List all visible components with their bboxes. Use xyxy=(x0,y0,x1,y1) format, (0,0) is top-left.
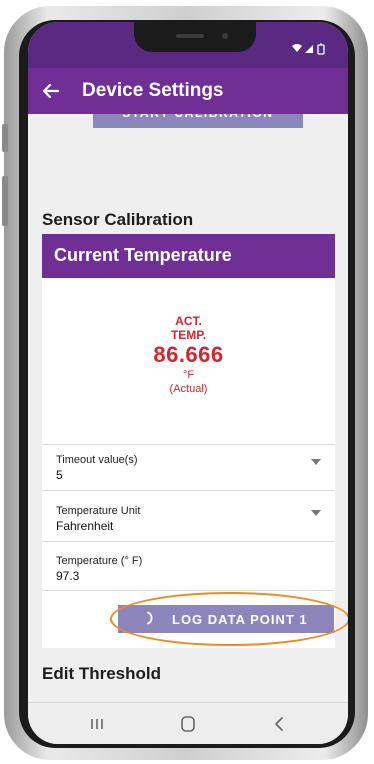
settings-content[interactable]: START CALIBRATION Sensor Calibration Cur… xyxy=(28,114,348,702)
power-button xyxy=(2,176,8,226)
status-bar xyxy=(28,22,348,68)
spinner-icon xyxy=(147,611,153,625)
reading-value: 86.666 xyxy=(153,342,224,367)
card-header: Current Temperature xyxy=(42,234,335,278)
log-data-point-label: LOG DATA POINT 1 xyxy=(172,612,308,627)
temperature-input[interactable]: Temperature (° F) 97.3 xyxy=(56,554,321,584)
chevron-down-icon[interactable] xyxy=(311,459,321,465)
timeout-dropdown[interactable]: Timeout value(s) 5 xyxy=(56,453,321,483)
log-data-point-button[interactable]: LOG DATA POINT 1 xyxy=(118,605,334,633)
temperature-value[interactable]: 97.3 xyxy=(56,568,321,584)
recent-apps-icon[interactable] xyxy=(82,713,112,735)
notch xyxy=(134,22,256,52)
page-title: Device Settings xyxy=(82,80,224,101)
temperature-label: Temperature (° F) xyxy=(56,555,143,567)
reading-label-act: ACT. xyxy=(175,314,202,328)
temperature-unit-label: Temperature Unit xyxy=(56,505,141,517)
section-title-sensor-calibration: Sensor Calibration xyxy=(42,210,194,229)
status-icons xyxy=(292,43,325,55)
app-bar: Device Settings xyxy=(28,68,348,114)
temperature-unit-value: Fahrenheit xyxy=(56,519,114,533)
divider xyxy=(42,590,335,591)
reading-label-temp: TEMP. xyxy=(170,328,207,342)
card-header-title: Current Temperature xyxy=(54,245,232,265)
phone-screen: Device Settings START CALIBRATION Sensor… xyxy=(28,22,348,744)
speaker xyxy=(176,34,204,38)
timeout-label: Timeout value(s) xyxy=(56,454,138,466)
camera xyxy=(222,33,228,39)
section-title-edit-threshold: Edit Threshold xyxy=(42,664,161,683)
chevron-down-icon[interactable] xyxy=(311,510,321,516)
back-arrow-icon[interactable] xyxy=(38,79,64,103)
actual-temperature-reading: ACT. TEMP. 86.666 °F (Actual) xyxy=(42,314,335,396)
divider xyxy=(42,490,335,491)
signal-icon xyxy=(305,45,313,53)
temperature-unit-dropdown[interactable]: Temperature Unit Fahrenheit xyxy=(56,504,321,534)
volume-button xyxy=(2,124,8,152)
start-calibration-button[interactable]: START CALIBRATION xyxy=(93,114,303,128)
current-temperature-card: Current Temperature ACT. TEMP. 86.666 °F… xyxy=(42,234,348,648)
back-nav-icon[interactable] xyxy=(264,713,294,735)
system-nav-bar xyxy=(28,702,348,744)
divider xyxy=(42,444,335,445)
home-icon[interactable] xyxy=(173,713,203,735)
wifi-icon xyxy=(292,44,302,52)
reading-unit: °F xyxy=(182,369,195,381)
battery-icon xyxy=(317,44,325,55)
reading-note: (Actual) xyxy=(169,383,208,395)
divider xyxy=(42,541,335,542)
timeout-value: 5 xyxy=(56,468,63,482)
